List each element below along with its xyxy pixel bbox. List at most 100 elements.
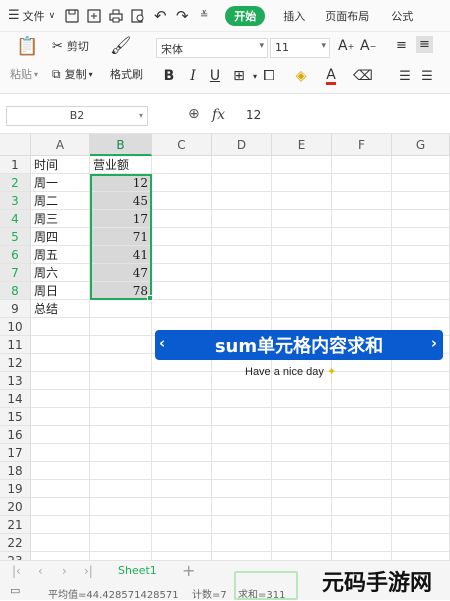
cell-e18[interactable] <box>272 462 332 480</box>
cell-e2[interactable] <box>272 174 332 192</box>
cell-b1[interactable]: 营业额 <box>90 156 152 174</box>
cell-f2[interactable] <box>332 174 392 192</box>
cell-d4[interactable] <box>212 210 272 228</box>
cell-e4[interactable] <box>272 210 332 228</box>
cell-b15[interactable] <box>90 408 152 426</box>
cell-f19[interactable] <box>332 480 392 498</box>
row-header-13[interactable]: 13 <box>0 372 31 390</box>
cell-c22[interactable] <box>152 534 212 552</box>
bold-icon[interactable]: B <box>160 66 178 86</box>
cell-b22[interactable] <box>90 534 152 552</box>
cell-c15[interactable] <box>152 408 212 426</box>
cell-d20[interactable] <box>212 498 272 516</box>
cell-a2[interactable]: 周一 <box>31 174 90 192</box>
cell-g20[interactable] <box>392 498 450 516</box>
row-header-11[interactable]: 11 <box>0 336 31 354</box>
paste-button[interactable]: 📋 <box>10 36 38 57</box>
cell-c13[interactable] <box>152 372 212 390</box>
cell-b3[interactable]: 45 <box>90 192 152 210</box>
column-header-g[interactable]: G <box>392 134 450 156</box>
row-header-17[interactable]: 17 <box>0 444 31 462</box>
cell-f3[interactable] <box>332 192 392 210</box>
font-size-select[interactable]: 11 ▾ <box>270 38 330 58</box>
cell-f1[interactable] <box>332 156 392 174</box>
cell-e6[interactable] <box>272 246 332 264</box>
row-header-5[interactable]: 5 <box>0 228 31 246</box>
cell-a20[interactable] <box>31 498 90 516</box>
cell-c19[interactable] <box>152 480 212 498</box>
italic-icon[interactable]: I <box>184 66 202 86</box>
cell-f4[interactable] <box>332 210 392 228</box>
cell-c17[interactable] <box>152 444 212 462</box>
cell-d9[interactable] <box>212 300 272 318</box>
cell-d15[interactable] <box>212 408 272 426</box>
cell-b20[interactable] <box>90 498 152 516</box>
align-left-icon[interactable]: ☰ <box>396 66 414 86</box>
cell-f15[interactable] <box>332 408 392 426</box>
cell-d7[interactable] <box>212 264 272 282</box>
cell-d14[interactable] <box>212 390 272 408</box>
cell-c20[interactable] <box>152 498 212 516</box>
cell-a8[interactable]: 周日 <box>31 282 90 300</box>
cell-g21[interactable] <box>392 516 450 534</box>
cell-c18[interactable] <box>152 462 212 480</box>
cell-c7[interactable] <box>152 264 212 282</box>
cell-f14[interactable] <box>332 390 392 408</box>
cell-b18[interactable] <box>90 462 152 480</box>
row-header-12[interactable]: 12 <box>0 354 31 372</box>
cell-d18[interactable] <box>212 462 272 480</box>
column-header-f[interactable]: F <box>332 134 392 156</box>
cell-c21[interactable] <box>152 516 212 534</box>
cell-g15[interactable] <box>392 408 450 426</box>
cell-e9[interactable] <box>272 300 332 318</box>
cell-f5[interactable] <box>332 228 392 246</box>
cell-a1[interactable]: 时间 <box>31 156 90 174</box>
cell-g5[interactable] <box>392 228 450 246</box>
cell-a19[interactable] <box>31 480 90 498</box>
cell-g22[interactable] <box>392 534 450 552</box>
align-top-icon[interactable]: ≡ <box>396 38 407 53</box>
row-header-9[interactable]: 9 <box>0 300 31 318</box>
cell-g8[interactable] <box>392 282 450 300</box>
corner-select-all[interactable] <box>0 134 31 156</box>
cell-g14[interactable] <box>392 390 450 408</box>
format-painter-button[interactable]: 🖌 <box>110 36 132 56</box>
cell-e22[interactable] <box>272 534 332 552</box>
row-header-7[interactable]: 7 <box>0 264 31 282</box>
row-header-1[interactable]: 1 <box>0 156 31 174</box>
cell-f21[interactable] <box>332 516 392 534</box>
eraser-icon[interactable]: ⌫ <box>353 66 373 86</box>
cell-b6[interactable]: 41 <box>90 246 152 264</box>
row-header-6[interactable]: 6 <box>0 246 31 264</box>
cell-d5[interactable] <box>212 228 272 246</box>
cell-c9[interactable] <box>152 300 212 318</box>
row-header-16[interactable]: 16 <box>0 426 31 444</box>
cell-d6[interactable] <box>212 246 272 264</box>
decrease-font-icon[interactable]: A − <box>360 38 376 54</box>
cell-c4[interactable] <box>152 210 212 228</box>
cell-a7[interactable]: 周六 <box>31 264 90 282</box>
cell-a5[interactable]: 周四 <box>31 228 90 246</box>
cell-g19[interactable] <box>392 480 450 498</box>
cell-f20[interactable] <box>332 498 392 516</box>
cell-c2[interactable] <box>152 174 212 192</box>
tab-insert[interactable]: 插入 <box>277 0 311 31</box>
cell-f8[interactable] <box>332 282 392 300</box>
cell-f9[interactable] <box>332 300 392 318</box>
cell-b9[interactable] <box>90 300 152 318</box>
cell-c6[interactable] <box>152 246 212 264</box>
cell-a4[interactable]: 周三 <box>31 210 90 228</box>
cell-a17[interactable] <box>31 444 90 462</box>
cell-a3[interactable]: 周二 <box>31 192 90 210</box>
cell-f13[interactable] <box>332 372 392 390</box>
cell-g9[interactable] <box>392 300 450 318</box>
cut-button[interactable]: ✂ 剪切 <box>52 38 89 54</box>
row-header-19[interactable]: 19 <box>0 480 31 498</box>
redo-icon[interactable]: ↷ <box>171 5 193 27</box>
row-header-18[interactable]: 18 <box>0 462 31 480</box>
cell-g1[interactable] <box>392 156 450 174</box>
cell-a16[interactable] <box>31 426 90 444</box>
cell-e20[interactable] <box>272 498 332 516</box>
cell-d2[interactable] <box>212 174 272 192</box>
cell-e8[interactable] <box>272 282 332 300</box>
